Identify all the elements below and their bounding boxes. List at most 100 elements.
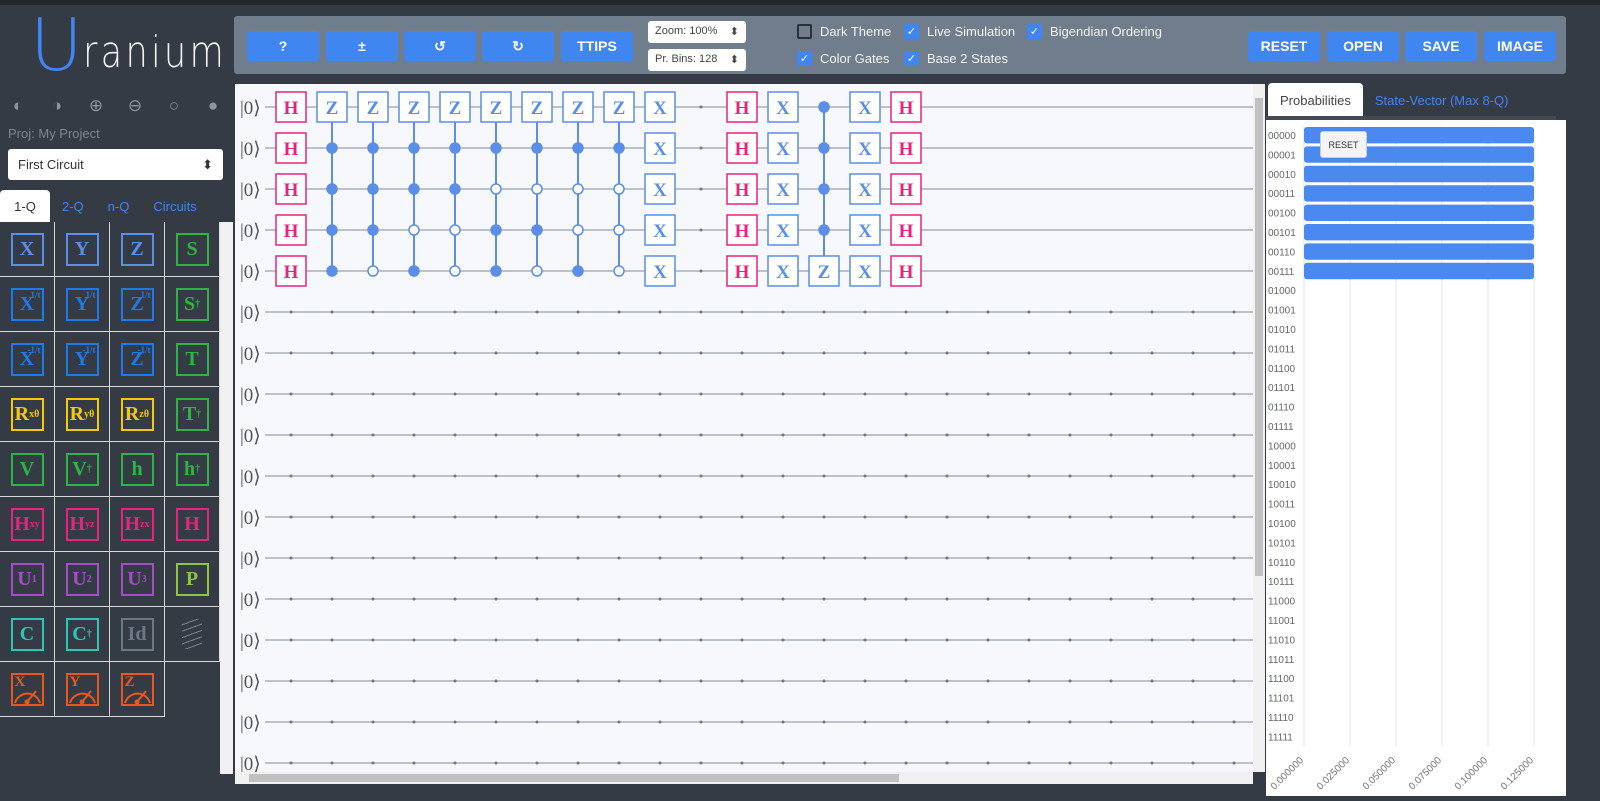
empty-slot[interactable] (945, 720, 949, 724)
empty-slot[interactable] (1027, 310, 1031, 314)
empty-slot[interactable] (576, 761, 580, 765)
palette-cell[interactable]: V † (55, 442, 110, 497)
palette-cell[interactable]: S † (165, 277, 220, 332)
empty-slot[interactable] (330, 474, 334, 478)
empty-slot[interactable] (1191, 310, 1195, 314)
scroll-thumb[interactable] (1255, 98, 1263, 576)
empty-slot[interactable] (1109, 392, 1113, 396)
control-dot[interactable] (367, 224, 379, 236)
control-dot[interactable] (818, 224, 830, 236)
gate-x[interactable]: X (644, 132, 676, 164)
empty-slot[interactable] (781, 392, 785, 396)
image-button[interactable]: IMAGE (1484, 31, 1556, 61)
gate-x[interactable]: X (644, 255, 676, 287)
empty-slot[interactable] (1109, 515, 1113, 519)
half-circle-left-icon[interactable]: ◐ (8, 96, 28, 116)
gate-y-measure[interactable]: Y (65, 672, 99, 706)
gate-h[interactable]: H (890, 214, 922, 246)
empty-slot[interactable] (822, 597, 826, 601)
empty-slot[interactable] (1232, 310, 1236, 314)
empty-slot[interactable] (1109, 351, 1113, 355)
empty-slot[interactable] (494, 597, 498, 601)
empty-slot[interactable] (535, 556, 539, 560)
empty-slot[interactable] (1150, 433, 1154, 437)
empty-slot[interactable] (535, 720, 539, 724)
palette-scrollbar[interactable] (220, 222, 233, 774)
empty-slot[interactable] (1068, 515, 1072, 519)
empty-slot[interactable] (740, 474, 744, 478)
empty-slot[interactable] (617, 433, 621, 437)
empty-slot[interactable] (945, 351, 949, 355)
empty-slot[interactable] (1109, 433, 1113, 437)
empty-slot[interactable] (535, 433, 539, 437)
empty-slot[interactable] (494, 638, 498, 642)
empty-slot[interactable] (863, 392, 867, 396)
empty-slot[interactable] (494, 392, 498, 396)
empty-slot[interactable] (535, 515, 539, 519)
empty-slot[interactable] (330, 392, 334, 396)
empty-slot[interactable] (494, 556, 498, 560)
empty-slot[interactable] (740, 556, 744, 560)
gate-id[interactable]: Id (120, 617, 154, 651)
empty-slot[interactable] (699, 556, 703, 560)
control-dot[interactable] (531, 224, 543, 236)
empty-slot[interactable] (699, 720, 703, 724)
empty-slot[interactable] (1191, 351, 1195, 355)
empty-slot[interactable] (1150, 597, 1154, 601)
empty-slot[interactable] (330, 761, 334, 765)
empty-slot[interactable] (1068, 433, 1072, 437)
empty-slot[interactable] (453, 761, 457, 765)
gate-y[interactable]: Y 1/t (65, 287, 99, 321)
control-dot[interactable] (449, 183, 461, 195)
empty-slot[interactable] (1068, 474, 1072, 478)
gate-x[interactable]: X -1/t (10, 342, 44, 376)
empty-slot[interactable] (863, 597, 867, 601)
empty-slot[interactable] (412, 474, 416, 478)
empty-slot[interactable] (945, 515, 949, 519)
empty-slot[interactable] (1150, 515, 1154, 519)
empty-slot[interactable] (412, 761, 416, 765)
control-dot[interactable] (490, 265, 502, 277)
empty-slot[interactable] (330, 679, 334, 683)
empty-slot[interactable] (1150, 556, 1154, 560)
empty-slot[interactable] (945, 597, 949, 601)
empty-slot[interactable] (453, 556, 457, 560)
gate-x[interactable]: X (849, 214, 881, 246)
anti-control-dot[interactable] (490, 183, 502, 195)
anti-control-dot[interactable] (572, 224, 584, 236)
empty-slot[interactable] (576, 392, 580, 396)
empty-slot[interactable] (617, 597, 621, 601)
empty-slot[interactable] (740, 433, 744, 437)
gate-x[interactable]: X (767, 214, 799, 246)
palette-cell[interactable]: C † (55, 607, 110, 662)
palette-cell[interactable]: Y -1/t (55, 332, 110, 387)
empty-slot[interactable] (986, 392, 990, 396)
empty-slot[interactable] (740, 351, 744, 355)
empty-slot[interactable] (1027, 761, 1031, 765)
anti-control-dot[interactable] (367, 265, 379, 277)
gate-h[interactable]: H (175, 507, 209, 541)
empty-slot[interactable] (617, 392, 621, 396)
empty-slot[interactable] (1150, 638, 1154, 642)
empty-slot[interactable] (986, 720, 990, 724)
empty-slot[interactable] (1191, 392, 1195, 396)
toggle-button[interactable]: ± (326, 31, 398, 61)
circle-filled-icon[interactable]: ● (203, 96, 223, 116)
empty-slot[interactable] (863, 638, 867, 642)
palette-cell[interactable]: Z (110, 662, 165, 717)
empty-slot[interactable] (1191, 597, 1195, 601)
empty-slot[interactable] (494, 679, 498, 683)
empty-slot[interactable] (371, 597, 375, 601)
palette-cell[interactable]: U2 (55, 552, 110, 607)
empty-slot[interactable] (781, 515, 785, 519)
empty-slot[interactable] (330, 310, 334, 314)
empty-slot[interactable] (986, 474, 990, 478)
empty-slot[interactable] (1027, 597, 1031, 601)
empty-slot[interactable] (740, 679, 744, 683)
gate-h[interactable]: H (275, 255, 307, 287)
empty-slot[interactable] (658, 761, 662, 765)
control-dot[interactable] (408, 183, 420, 195)
empty-slot[interactable] (371, 392, 375, 396)
empty-slot[interactable] (371, 556, 375, 560)
palette-cell[interactable]: h † (165, 442, 220, 497)
